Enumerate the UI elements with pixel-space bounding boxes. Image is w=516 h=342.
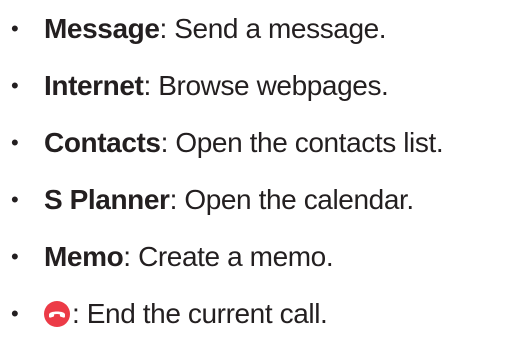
bullet: •	[11, 301, 19, 326]
item-term: Message	[44, 13, 160, 44]
bullet: •	[11, 16, 19, 41]
item-description: Open the calendar.	[176, 184, 414, 215]
item-text: : End the current call.	[44, 285, 328, 342]
item-description: End the current call.	[79, 298, 328, 329]
item-text: Message: Send a message.	[44, 0, 387, 57]
item-separator: :	[169, 184, 178, 215]
bullet: •	[11, 187, 19, 212]
bullet: •	[11, 244, 19, 269]
feature-list: • Message: Send a message. • Internet: B…	[0, 0, 516, 342]
item-separator: :	[143, 70, 151, 101]
list-item-memo: • Memo: Create a memo.	[0, 228, 516, 285]
item-term: Memo	[44, 241, 124, 272]
list-item-contacts: • Contacts: Open the contacts list.	[0, 114, 516, 171]
item-term: S Planner	[44, 184, 170, 215]
item-description: Send a message.	[166, 13, 387, 44]
item-term: Internet	[44, 70, 144, 101]
end-call-icon	[44, 301, 70, 327]
item-description: Browse webpages.	[150, 70, 389, 101]
item-text: Memo: Create a memo.	[44, 228, 334, 285]
item-separator: :	[159, 13, 168, 44]
item-description: Open the contacts list.	[167, 127, 444, 158]
item-text: Internet: Browse webpages.	[44, 57, 389, 114]
item-description: Create a memo.	[130, 241, 334, 272]
list-item-end-call: • : End the current call.	[0, 285, 516, 342]
bullet: •	[11, 130, 19, 155]
item-term: Contacts	[44, 127, 161, 158]
list-item-internet: • Internet: Browse webpages.	[0, 57, 516, 114]
item-text: S Planner: Open the calendar.	[44, 171, 414, 228]
item-separator: :	[160, 127, 169, 158]
bullet: •	[11, 73, 19, 98]
list-item-s-planner: • S Planner: Open the calendar.	[0, 171, 516, 228]
item-separator: :	[123, 241, 131, 272]
item-text: Contacts: Open the contacts list.	[44, 114, 444, 171]
list-item-message: • Message: Send a message.	[0, 0, 516, 57]
